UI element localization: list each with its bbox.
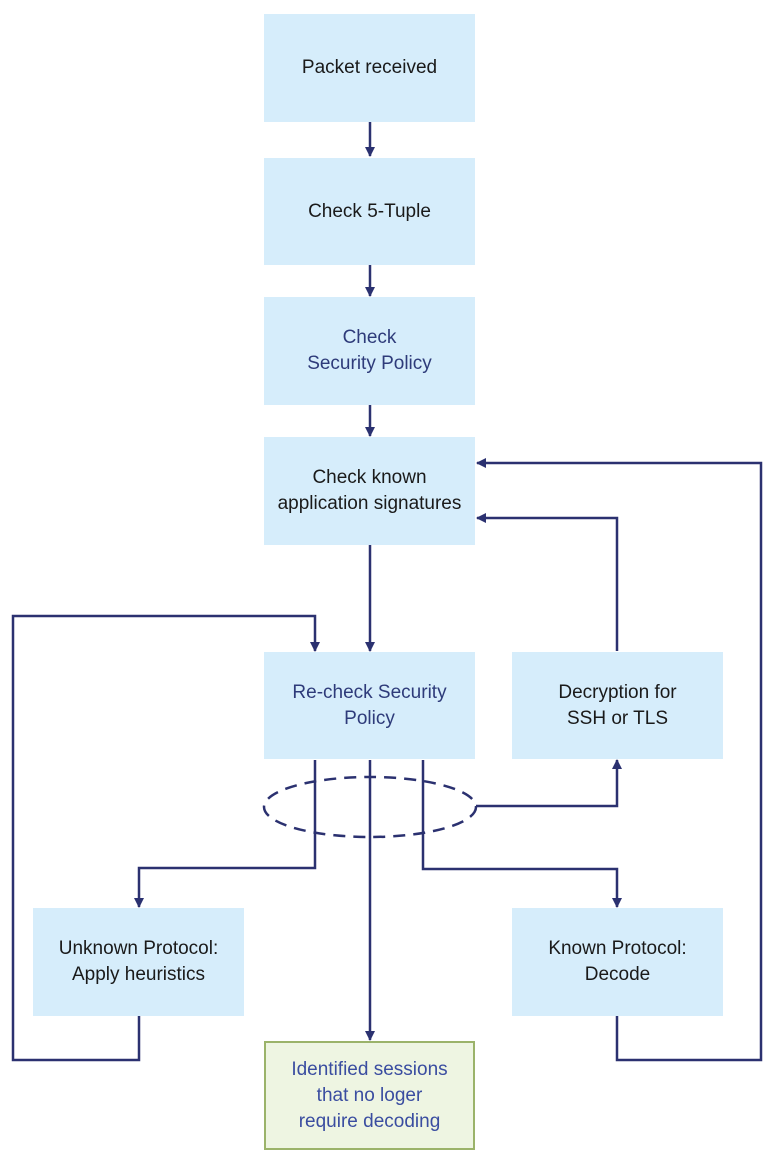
node-unknown-protocol: Unknown Protocol: Apply heuristics bbox=[33, 908, 244, 1016]
node-packet-received: Packet received bbox=[264, 14, 475, 122]
node-check-security-policy: Check Security Policy bbox=[264, 297, 475, 405]
node-label: Packet received bbox=[301, 57, 438, 78]
node-label: Unknown Protocol: Apply heuristics bbox=[58, 938, 219, 985]
node-check-5-tuple: Check 5-Tuple bbox=[264, 158, 475, 265]
edge-recheck-to-known bbox=[421, 760, 622, 908]
node-label: Check Security Policy bbox=[307, 327, 432, 374]
edge-decryption-to-signatures bbox=[476, 513, 619, 651]
node-check-app-signatures: Check known application signatures bbox=[264, 437, 475, 545]
edge-ellipse-to-decryption bbox=[476, 759, 622, 808]
node-known-protocol: Known Protocol: Decode bbox=[512, 908, 723, 1016]
node-recheck-security-policy: Re-check Security Policy bbox=[264, 652, 475, 759]
node-label: Known Protocol: Decode bbox=[548, 938, 687, 985]
node-label: Identified sessions that no loger requir… bbox=[291, 1058, 448, 1132]
node-identified-sessions: Identified sessions that no loger requir… bbox=[264, 1041, 475, 1150]
node-decryption: Decryption for SSH or TLS bbox=[512, 652, 723, 759]
edge-recheck-to-unknown bbox=[134, 760, 317, 908]
node-label: Check known application signatures bbox=[277, 467, 462, 514]
node-label: Re-check Security Policy bbox=[292, 681, 447, 729]
node-label: Check 5-Tuple bbox=[308, 200, 431, 222]
node-label: Decryption for SSH or TLS bbox=[558, 681, 677, 729]
